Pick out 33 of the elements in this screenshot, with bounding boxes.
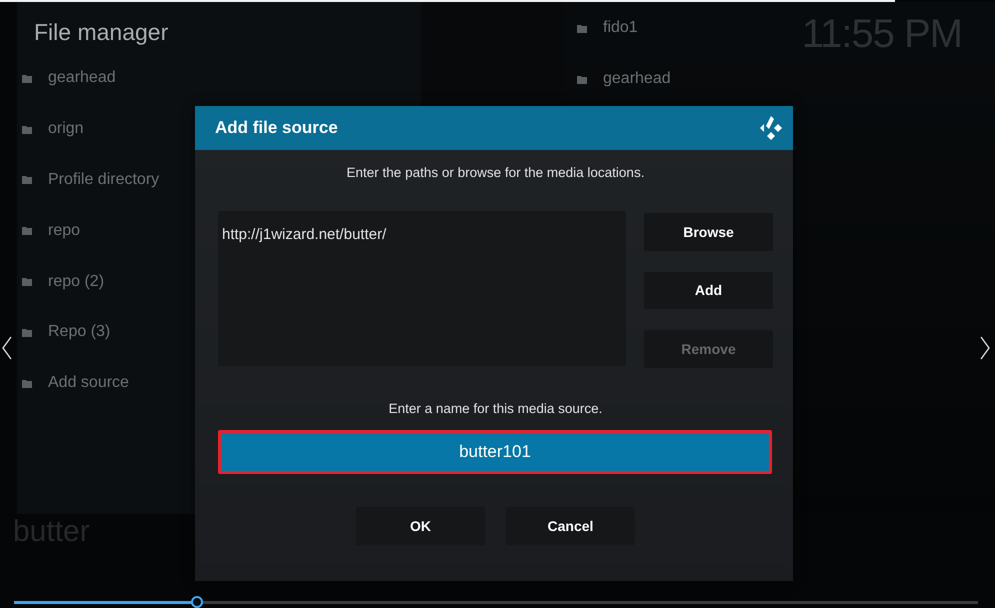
chevron-left-icon[interactable] bbox=[2, 336, 12, 360]
progress-thumb[interactable] bbox=[191, 596, 204, 608]
action-button[interactable]: Cancel bbox=[506, 506, 635, 544]
action-button[interactable]: OK bbox=[356, 506, 485, 544]
folder-icon bbox=[22, 175, 32, 184]
folder-item[interactable]: Add source bbox=[48, 374, 129, 392]
folder-icon bbox=[577, 74, 587, 84]
name-input[interactable]: butter101 bbox=[218, 430, 772, 474]
path-list[interactable]: http://j1wizard.net/butter/ bbox=[218, 211, 626, 366]
dialog-title: Add file source bbox=[215, 118, 338, 138]
folder-item[interactable]: gearhead bbox=[603, 70, 671, 88]
folder-item[interactable]: repo bbox=[48, 222, 80, 240]
folder-icon bbox=[22, 378, 32, 388]
instruction-text: Enter the paths or browse for the media locations. bbox=[346, 164, 644, 182]
name-prompt: Enter a name for this media source. bbox=[388, 400, 602, 418]
folder-item[interactable]: gearhead bbox=[48, 69, 116, 88]
diamond-logo-icon bbox=[759, 115, 783, 141]
folder-item[interactable]: fido1 bbox=[603, 19, 638, 38]
chevron-right-icon[interactable] bbox=[980, 336, 990, 360]
folder-icon bbox=[22, 277, 32, 286]
folder-icon bbox=[22, 74, 32, 83]
folder-icon bbox=[577, 24, 587, 33]
folder-icon bbox=[22, 124, 32, 134]
dialog-button[interactable]: Browse bbox=[644, 213, 773, 250]
folder-icon bbox=[22, 226, 32, 236]
path-item[interactable]: http://j1wizard.net/butter/ bbox=[222, 225, 386, 245]
screen-title: File manager bbox=[34, 18, 168, 47]
folder-item[interactable]: repo (2) bbox=[48, 272, 104, 291]
folder-item[interactable]: Repo (3) bbox=[48, 323, 110, 342]
folder-item[interactable]: orign bbox=[48, 120, 84, 138]
dialog-button[interactable]: Add bbox=[644, 272, 773, 309]
folder-item[interactable]: Profile directory bbox=[48, 170, 160, 189]
folder-icon bbox=[22, 328, 32, 337]
